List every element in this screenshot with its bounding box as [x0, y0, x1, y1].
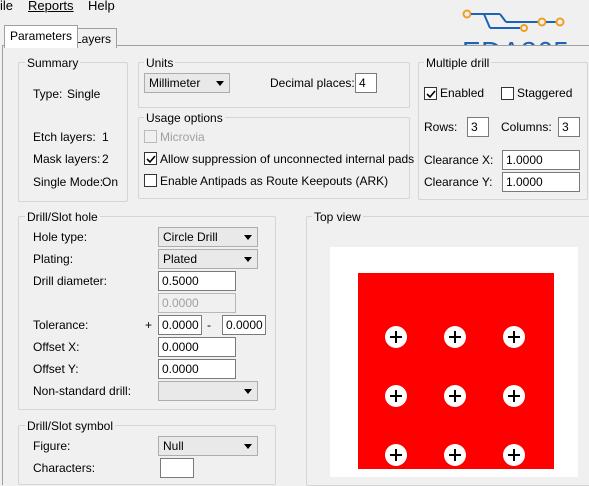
top-view-canvas [330, 247, 578, 477]
usage-options-title: Usage options [144, 111, 225, 125]
menu-reports[interactable]: Reports [28, 0, 74, 13]
clearance-y-input[interactable]: 1.0000 [502, 172, 580, 192]
figure-label: Figure: [33, 439, 71, 453]
staggered-label: Staggered [517, 86, 573, 100]
drill-slot-symbol-title: Drill/Slot symbol [25, 419, 116, 433]
hole-type-select[interactable]: Circle Drill [158, 227, 258, 247]
offset-y-label: Offset Y: [33, 362, 79, 376]
drill-hole-icon [385, 444, 407, 466]
units-select-value: Millimeter [149, 76, 201, 90]
etch-layers-label: Etch layers: [33, 130, 96, 144]
clearance-x-label: Clearance X: [424, 153, 494, 167]
columns-label: Columns: [501, 120, 552, 134]
drill-hole-icon [444, 385, 466, 407]
drill-diameter-secondary-input: 0.0000 [158, 293, 236, 313]
rows-label: Rows: [424, 120, 458, 134]
drill-diameter-label: Drill diameter: [33, 274, 108, 288]
hole-type-value: Circle Drill [163, 230, 218, 244]
characters-input[interactable] [160, 458, 194, 478]
top-view-title: Top view [312, 210, 363, 224]
drill-hole-icon [385, 326, 407, 348]
tolerance-label: Tolerance: [33, 318, 89, 332]
plating-select[interactable]: Plated [158, 249, 258, 269]
tolerance-plus-sign: + [145, 318, 153, 332]
columns-input[interactable]: 3 [558, 117, 580, 137]
non-standard-drill-label: Non-standard drill: [33, 384, 132, 398]
clearance-y-label: Clearance Y: [424, 175, 493, 189]
single-mode-value: On [102, 175, 119, 189]
chevron-down-icon [244, 235, 252, 240]
drill-hole-icon [503, 444, 525, 466]
rows-input[interactable]: 3 [467, 117, 489, 137]
type-value: Single [67, 87, 101, 101]
characters-label: Characters: [33, 461, 96, 475]
type-label: Type: [33, 87, 63, 101]
microvia-label: Microvia [160, 130, 205, 144]
menu-help[interactable]: Help [88, 0, 115, 13]
offset-x-label: Offset X: [33, 340, 80, 354]
drill-hole-icon [503, 326, 525, 348]
menu-file[interactable]: ile [0, 0, 13, 13]
checkmark-icon [426, 90, 436, 99]
figure-select[interactable]: Null [158, 436, 258, 456]
non-standard-drill-select[interactable] [158, 381, 258, 401]
units-title: Units [144, 56, 176, 70]
etch-layers-value: 1 [102, 130, 109, 144]
checkmark-icon [146, 155, 156, 164]
plating-value: Plated [163, 252, 198, 266]
staggered-checkbox[interactable] [501, 87, 514, 100]
drill-hole-icon [444, 326, 466, 348]
tolerance-plus-input[interactable]: 0.0000 [158, 315, 202, 335]
offset-x-input[interactable]: 0.0000 [158, 337, 236, 357]
units-select[interactable]: Millimeter [144, 73, 230, 93]
mask-layers-value: 2 [102, 152, 109, 166]
decimal-places-label: Decimal places: [270, 76, 355, 90]
clearance-x-input[interactable]: 1.0000 [502, 150, 580, 170]
multi-enabled-checkbox[interactable] [424, 87, 437, 100]
decimal-places-input[interactable]: 4 [355, 73, 377, 93]
drill-hole-icon [503, 385, 525, 407]
suppress-pads-checkbox[interactable] [144, 152, 157, 165]
offset-y-input[interactable]: 0.0000 [158, 359, 236, 379]
microvia-checkbox[interactable] [144, 130, 157, 143]
pad-shape [358, 273, 554, 469]
chevron-down-icon [244, 389, 252, 394]
logo-circuit-icon [462, 9, 565, 32]
chevron-down-icon [244, 257, 252, 262]
drill-slot-hole-title: Drill/Slot hole [25, 210, 100, 224]
drill-diameter-input[interactable]: 0.5000 [158, 271, 236, 291]
multiple-drill-title: Multiple drill [424, 56, 492, 70]
mask-layers-label: Mask layers: [33, 152, 101, 166]
tolerance-minus-input[interactable]: 0.0000 [222, 315, 266, 335]
drill-hole-icon [444, 444, 466, 466]
plating-label: Plating: [33, 252, 74, 266]
tolerance-minus-sign: - [207, 318, 211, 332]
single-mode-label: Single Mode: [33, 175, 104, 189]
hole-type-label: Hole type: [33, 230, 88, 244]
antipads-checkbox[interactable] [144, 174, 157, 187]
figure-value: Null [163, 439, 184, 453]
antipads-label: Enable Antipads as Route Keepouts (ARK) [160, 174, 389, 188]
summary-title: Summary [25, 56, 81, 70]
drill-hole-icon [385, 385, 407, 407]
chevron-down-icon [216, 81, 224, 86]
multi-enabled-label: Enabled [440, 86, 485, 100]
chevron-down-icon [244, 444, 252, 449]
tab-parameters[interactable]: Parameters [4, 25, 79, 48]
suppress-pads-label: Allow suppression of unconnected interna… [160, 152, 415, 166]
